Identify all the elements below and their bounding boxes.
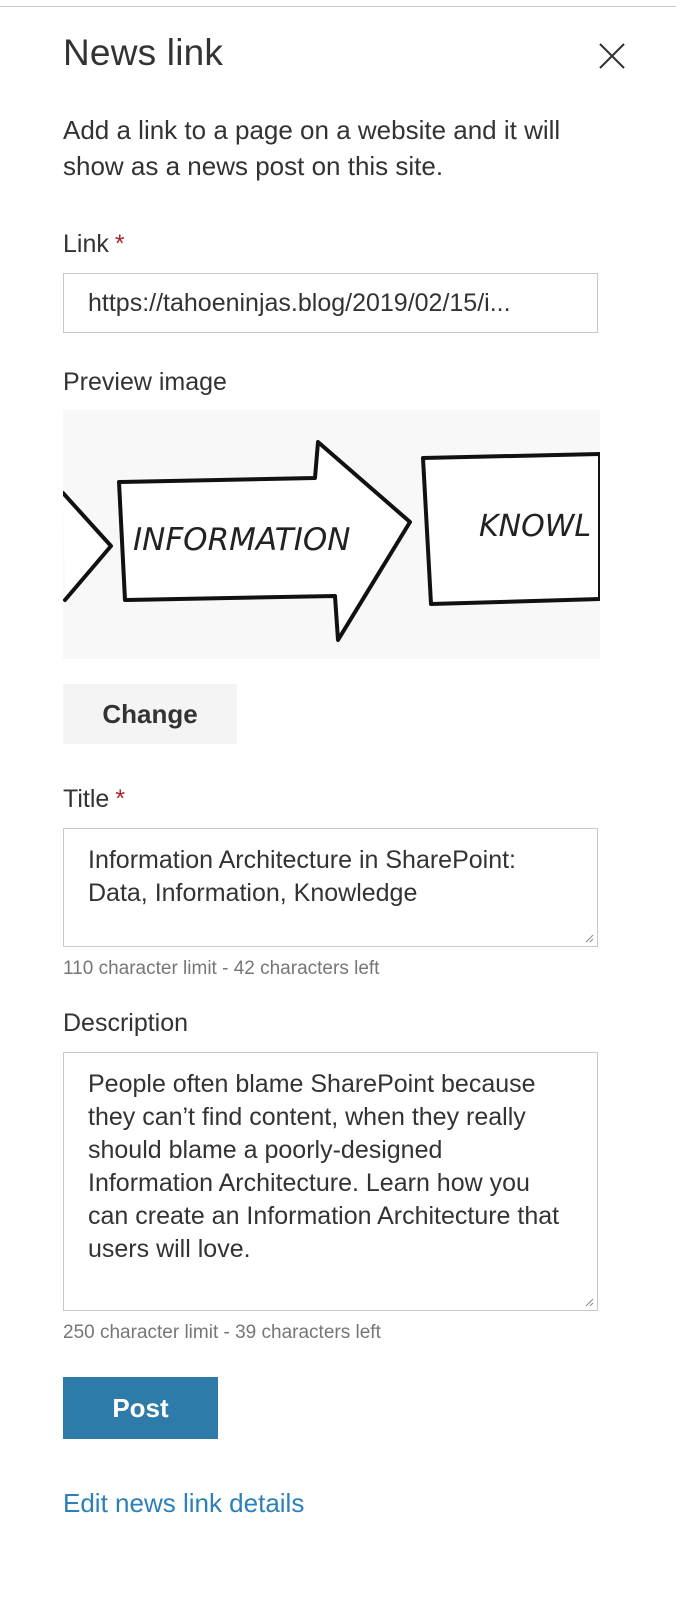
close-icon: [599, 43, 625, 69]
edit-news-link-details-link[interactable]: Edit news link details: [63, 1488, 304, 1519]
change-image-button[interactable]: Change: [63, 684, 237, 744]
title-textarea[interactable]: Information Architecture in SharePoint: …: [63, 828, 598, 947]
preview-image-label: Preview image: [63, 368, 227, 396]
close-button[interactable]: [596, 40, 628, 72]
title-text: Information Architecture in SharePoint: …: [88, 846, 517, 907]
resize-handle-icon[interactable]: [584, 933, 594, 943]
link-label-text: Link: [63, 230, 109, 258]
description-text: People often blame SharePoint because th…: [88, 1070, 560, 1263]
resize-handle-icon[interactable]: [584, 1297, 594, 1307]
preview-word-knowledge: KNOWL: [479, 509, 591, 544]
title-label: Title *: [63, 785, 125, 814]
description-textarea[interactable]: People often blame SharePoint because th…: [63, 1052, 598, 1311]
panel-description: Add a link to a page on a website and it…: [63, 115, 561, 181]
preview-word-information: INFORMATION: [133, 522, 350, 558]
required-marker: *: [115, 785, 126, 813]
link-label: Link *: [63, 230, 125, 259]
description-label: Description: [63, 1009, 189, 1037]
title-label-text: Title: [63, 785, 110, 813]
top-divider: [0, 6, 676, 7]
title-char-limit: 110 character limit - 42 characters left: [63, 958, 380, 979]
preview-image: INFORMATION KNOWL: [63, 410, 600, 659]
preview-sketch: INFORMATION KNOWL: [63, 410, 600, 659]
required-marker: *: [114, 230, 125, 258]
link-input[interactable]: https://tahoeninjas.blog/2019/02/15/i...: [63, 273, 598, 333]
post-button[interactable]: Post: [63, 1377, 218, 1439]
description-char-limit: 250 character limit - 39 characters left: [63, 1322, 381, 1343]
panel-title: News link: [63, 32, 224, 73]
